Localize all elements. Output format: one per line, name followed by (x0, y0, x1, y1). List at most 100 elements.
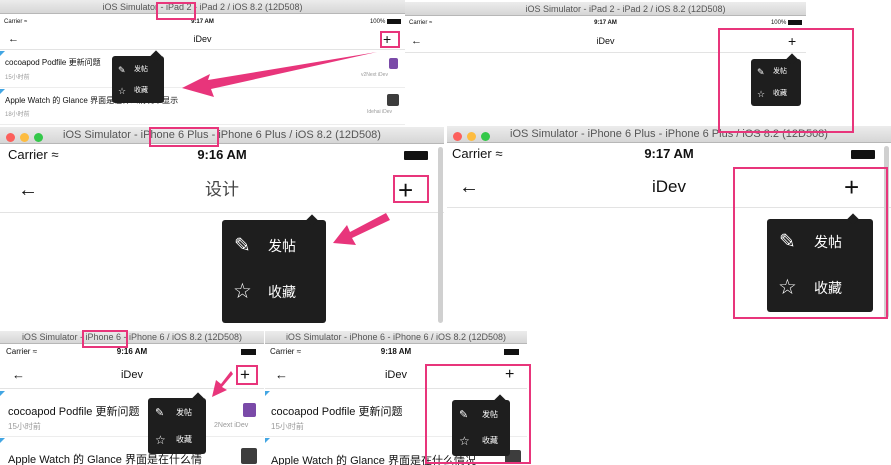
favorite-menu-item[interactable]: ☆ 收藏 (222, 272, 326, 312)
avatar[interactable] (241, 448, 257, 464)
battery-icon (241, 346, 256, 358)
star-icon: ☆ (233, 280, 252, 303)
window-titlebar[interactable]: iOS Simulator - iPad 2 - iPad 2 / iOS 8.… (0, 0, 405, 14)
compose-icon: ✎ (155, 407, 165, 419)
highlight-iphone6-title (82, 330, 128, 348)
status-bar: Carrier ≈ 9:17 AM 100% (0, 17, 405, 27)
favorite-menu-item[interactable]: ☆ 收藏 (148, 429, 206, 451)
action-popup: ✎ 发帖 ☆ 收藏 (148, 392, 206, 454)
list-item[interactable]: Apple Watch 的 Glance 界面是在什么情况下显示 18小时前 I… (0, 89, 405, 125)
window-titlebar[interactable]: iOS Simulator - iPhone 6 - iPhone 6 / iO… (265, 331, 527, 344)
post-label: 发帖 (134, 66, 148, 73)
highlight-iphone6plus-popup (733, 167, 888, 319)
iphone6plus-left-window: iOS Simulator - iPhone 6 Plus - iPhone 6… (0, 127, 444, 325)
avatar[interactable] (389, 58, 398, 69)
favorite-label: 收藏 (268, 284, 296, 300)
window-title: iOS Simulator - iPhone 6 Plus - iPhone 6… (63, 129, 381, 141)
zoom-window-icon[interactable] (34, 133, 43, 142)
battery-indicator: 100% (771, 18, 802, 28)
favorite-label: 收藏 (176, 435, 192, 444)
status-bar: Carrier ≈ 9:16 AM (0, 346, 264, 358)
battery-icon (788, 19, 802, 25)
post-label: 发帖 (268, 238, 296, 254)
iphone6-left-window: iOS Simulator - iPhone 6 - iPhone 6 / iO… (0, 331, 264, 465)
post-source: Idehai iDev (367, 109, 393, 115)
action-popup: ✎ 发帖 ☆ 收藏 (222, 214, 326, 323)
unread-marker (265, 438, 270, 443)
highlight-iphone6plus-plus (393, 175, 429, 203)
clock: 9:18 AM (380, 347, 412, 356)
clock: 9:16 AM (116, 347, 148, 356)
clock: 9:17 AM (644, 146, 694, 161)
status-bar: Carrier ≈ 9:17 AM 100% (405, 18, 806, 28)
post-title: cocoapod Podfile 更新问题 (8, 406, 140, 418)
ipad-left-window: iOS Simulator - iPad 2 - iPad 2 / iOS 8.… (0, 0, 405, 125)
status-bar: Carrier ≈ 9:18 AM (265, 346, 527, 358)
unread-marker (0, 89, 5, 94)
battery-icon (851, 145, 875, 163)
list-item[interactable]: cocoapod Podfile 更新问题 15小时前 v2Next iDev (0, 51, 405, 88)
post-menu-item[interactable]: ✎ 发帖 (112, 61, 164, 79)
window-titlebar[interactable]: iOS Simulator - iPhone 6 - iPhone 6 / iO… (0, 331, 264, 344)
compose-icon: ✎ (234, 235, 251, 257)
unread-marker (0, 51, 5, 56)
avatar[interactable] (387, 94, 399, 106)
nav-title: iDev (193, 34, 212, 44)
highlight-ipad-popup (718, 28, 854, 133)
window-title: iOS Simulator - iPhone 6 - iPhone 6 / iO… (21, 332, 243, 342)
nav-title: iDev (120, 369, 143, 381)
star-icon: ☆ (118, 86, 127, 96)
nav-bar: ← 设计 + (0, 167, 444, 213)
post-title: cocoapod Podfile 更新问题 (271, 406, 403, 418)
post-title: cocoapod Podfile 更新问题 (5, 58, 101, 67)
zoom-window-icon[interactable] (481, 132, 490, 141)
post-time: 15小时前 (5, 75, 30, 81)
list-item[interactable]: cocoapod Podfile 更新问题 15小时前 2Next iDev (0, 391, 264, 437)
post-time: 18小时前 (5, 112, 30, 118)
battery-indicator: 100% (370, 17, 401, 27)
post-source: 2Next iDev (214, 422, 249, 429)
compose-icon: ✎ (118, 65, 126, 75)
nav-title: 设计 (205, 180, 239, 199)
close-window-icon[interactable] (6, 133, 15, 142)
close-window-icon[interactable] (453, 132, 462, 141)
post-label: 发帖 (176, 408, 192, 417)
avatar[interactable] (243, 403, 256, 417)
window-titlebar[interactable]: iOS Simulator - iPad 2 - iPad 2 / iOS 8.… (405, 2, 806, 16)
unread-marker (0, 391, 5, 396)
favorite-label: 收藏 (134, 87, 148, 94)
nav-bar: ← iDev + (0, 361, 264, 389)
window-title: iOS Simulator - iPad 2 - iPad 2 / iOS 8.… (102, 2, 303, 12)
highlight-ipad-plus (380, 31, 400, 48)
highlight-iphone6-popup (425, 364, 531, 464)
battery-icon (504, 346, 519, 358)
favorite-menu-item[interactable]: ☆ 收藏 (112, 82, 164, 100)
status-bar: Carrier ≈ 9:17 AM (447, 145, 891, 163)
post-source: v2Next iDev (361, 72, 388, 78)
post-time: 15小时前 (271, 422, 304, 431)
unread-marker (265, 391, 270, 396)
highlight-iphone6plus-title (149, 127, 219, 147)
highlight-iphone6-plus (236, 365, 258, 385)
window-title: iOS Simulator - iPad 2 - iPad 2 / iOS 8.… (525, 4, 726, 14)
nav-bar: ← iDev + (0, 28, 405, 50)
popup-notch (306, 214, 318, 226)
highlight-ipad-title (156, 2, 196, 20)
minimize-window-icon[interactable] (20, 133, 29, 142)
status-bar: Carrier ≈ 9:16 AM (0, 146, 444, 164)
star-icon: ☆ (155, 433, 166, 447)
minimize-window-icon[interactable] (467, 132, 476, 141)
battery-icon (387, 18, 401, 24)
list-item[interactable]: Apple Watch 的 Glance 界面是在什么情 (0, 438, 264, 465)
window-title: iOS Simulator - iPhone 6 - iPhone 6 / iO… (285, 332, 507, 342)
battery-icon (404, 146, 428, 164)
post-time: 15小时前 (8, 422, 41, 431)
post-menu-item[interactable]: ✎ 发帖 (148, 402, 206, 424)
unread-marker (0, 438, 5, 443)
action-popup: ✎ 发帖 ☆ 收藏 (112, 50, 164, 103)
post-menu-item[interactable]: ✎ 发帖 (222, 226, 326, 266)
window-titlebar[interactable]: iOS Simulator - iPhone 6 Plus - iPhone 6… (0, 127, 444, 144)
clock: 9:17 AM (191, 19, 214, 25)
window-scrollbar[interactable] (438, 147, 443, 323)
clock: 9:17 AM (594, 20, 617, 26)
